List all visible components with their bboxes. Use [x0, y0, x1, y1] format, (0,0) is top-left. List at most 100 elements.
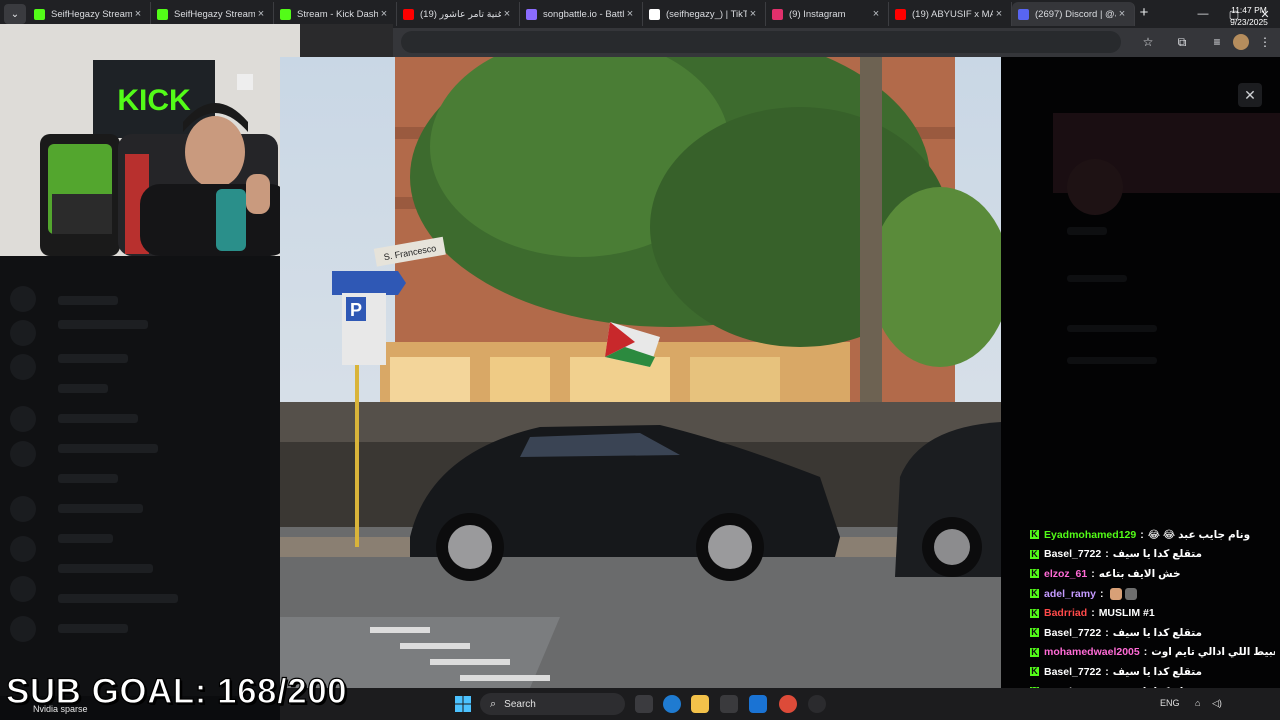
- browser-tab[interactable]: (2697) Discord | @ف×: [1012, 2, 1135, 26]
- chat-username[interactable]: Eyadmohamed129: [1044, 529, 1136, 541]
- address-bar-area: ☆ ⧉ ≡ ⋮: [393, 28, 1280, 57]
- close-tab-icon[interactable]: ×: [624, 8, 636, 20]
- tab-label: (19) ABYUSIF x MARV: [912, 8, 993, 20]
- search-placeholder: Search: [504, 698, 536, 710]
- browser-tab[interactable]: SeifHegazy Stream - ×: [151, 2, 274, 26]
- chat-username[interactable]: Basel_7722: [1044, 627, 1101, 639]
- chat-emote-icon: [1110, 587, 1123, 600]
- instagram-icon: [772, 8, 783, 20]
- chat-username[interactable]: mohamedwael2005: [1044, 646, 1140, 658]
- chat-separator: :: [1143, 646, 1148, 659]
- bookmark-star-icon[interactable]: ☆: [1140, 34, 1156, 50]
- dm-row: [58, 320, 148, 329]
- browser-tab[interactable]: SeifHegazy Stream - ×: [28, 2, 151, 26]
- close-tab-icon[interactable]: ×: [747, 8, 759, 20]
- profile-line: [1067, 357, 1157, 364]
- kick-badge-icon: [1030, 607, 1039, 619]
- windows-start-icon[interactable]: [455, 696, 471, 712]
- network-icon[interactable]: ⌂: [1195, 698, 1200, 708]
- stream-video[interactable]: P S. Francesco: [280, 57, 1001, 688]
- browser-tab[interactable]: (19) اغنية تامر عاشور ×: [397, 2, 520, 26]
- taskbar-search-box[interactable]: ⌕ Search: [480, 693, 625, 715]
- extensions-icon[interactable]: ⧉: [1174, 34, 1190, 50]
- chat-message: elzoz_61:خش الايف بتاعه: [1030, 564, 1275, 584]
- chat-separator: :: [1091, 567, 1095, 580]
- chat-username[interactable]: adel_ramy: [1044, 588, 1096, 600]
- dm-row: [58, 474, 118, 483]
- server-icon: [10, 536, 36, 562]
- chat-emote-icon: [1125, 587, 1138, 600]
- tab-label: SeifHegazy Stream -: [174, 8, 255, 20]
- volume-icon[interactable]: ◁): [1212, 698, 1222, 709]
- task-view-icon[interactable]: [635, 695, 653, 713]
- dm-row: [58, 444, 158, 453]
- kick-badge-icon: [1030, 528, 1039, 540]
- browser-tab[interactable]: Stream - Kick Dashbo×: [274, 2, 397, 26]
- chat-username[interactable]: elzoz_61: [1044, 568, 1087, 580]
- close-tab-icon[interactable]: ×: [378, 8, 390, 20]
- tab-label: (2697) Discord | @ف: [1035, 8, 1116, 20]
- close-tab-icon[interactable]: ×: [993, 8, 1005, 20]
- minimize-button[interactable]: —: [1187, 0, 1219, 28]
- profile-line: [1067, 275, 1127, 282]
- close-tab-icon[interactable]: ×: [501, 8, 513, 20]
- store-icon[interactable]: [720, 695, 738, 713]
- browser-tab[interactable]: songbattle.io - Battle ×: [520, 2, 643, 26]
- server-icon: [10, 286, 36, 312]
- chat-separator: :: [1140, 528, 1144, 541]
- close-tab-icon[interactable]: ×: [1116, 8, 1128, 20]
- close-modal-button[interactable]: ✕: [1238, 83, 1262, 107]
- kick-badge-icon: [1030, 548, 1039, 560]
- close-tab-icon[interactable]: ×: [870, 8, 882, 20]
- new-tab-button[interactable]: +: [1136, 4, 1152, 22]
- file-explorer-icon[interactable]: [691, 695, 709, 713]
- edge-icon[interactable]: [663, 695, 681, 713]
- tab-label: SeifHegazy Stream -: [51, 8, 132, 20]
- search-icon: ⌕: [490, 697, 497, 710]
- server-icon: [10, 406, 36, 432]
- chat-text: MUSLIM #1: [1098, 607, 1155, 620]
- profile-avatar: [1067, 159, 1123, 215]
- kick-icon: [280, 8, 291, 20]
- chat-username[interactable]: Basel_7722: [1044, 548, 1101, 560]
- close-tab-icon[interactable]: ×: [132, 8, 144, 20]
- address-field[interactable]: [401, 31, 1121, 53]
- tab-label: Stream - Kick Dashbo: [297, 8, 378, 20]
- browser-tab[interactable]: (seifhegazy_) | TikTok×: [643, 2, 766, 26]
- tiktok-icon: [649, 8, 660, 20]
- outlook-icon[interactable]: [749, 695, 767, 713]
- dm-row: [58, 504, 143, 513]
- profile-avatar[interactable]: [1233, 34, 1249, 50]
- taskbar-clock[interactable]: 11:47 PM 9/23/2025: [1222, 4, 1276, 28]
- chrome-icon[interactable]: [779, 695, 797, 713]
- media-control-icon[interactable]: ≡: [1209, 34, 1225, 50]
- youtube-icon: [403, 8, 414, 20]
- language-indicator[interactable]: ENG: [1160, 698, 1180, 708]
- dm-row: [58, 594, 178, 603]
- dm-row: [58, 384, 108, 393]
- profile-line: [1067, 325, 1157, 332]
- sub-goal-overlay: SUB GOAL: 168/200: [5, 671, 348, 711]
- youtube-icon: [895, 8, 906, 20]
- close-tab-icon[interactable]: ×: [255, 8, 267, 20]
- browser-menu-icon[interactable]: ⋮: [1257, 34, 1273, 50]
- dm-row: [58, 564, 153, 573]
- chat-username[interactable]: Basel_7722: [1044, 666, 1101, 678]
- svg-text:KICK: KICK: [117, 84, 191, 117]
- clock-date: 9/23/2025: [1230, 17, 1268, 27]
- dm-row: [58, 624, 128, 633]
- kick-badge-icon: [1030, 626, 1039, 638]
- chat-username[interactable]: Badrriad: [1044, 607, 1087, 619]
- songbattle-icon: [526, 8, 537, 20]
- tab-label: (9) Instagram: [789, 8, 846, 20]
- obs-icon[interactable]: [808, 695, 826, 713]
- chat-text: متقلع كدا يا سيف: [1112, 665, 1203, 678]
- dm-row: [58, 414, 138, 423]
- browser-tab[interactable]: (19) ABYUSIF x MARV×: [889, 2, 1012, 26]
- tab-search-button[interactable]: ⌄: [4, 4, 26, 24]
- browser-tab[interactable]: (9) Instagram ×: [766, 2, 889, 26]
- kick-badge-icon: [1030, 665, 1039, 677]
- windows-taskbar: ⌕ Search ENG ⌂ ◁): [280, 688, 1280, 720]
- dm-row: [58, 354, 128, 363]
- chat-separator: :: [1105, 548, 1109, 561]
